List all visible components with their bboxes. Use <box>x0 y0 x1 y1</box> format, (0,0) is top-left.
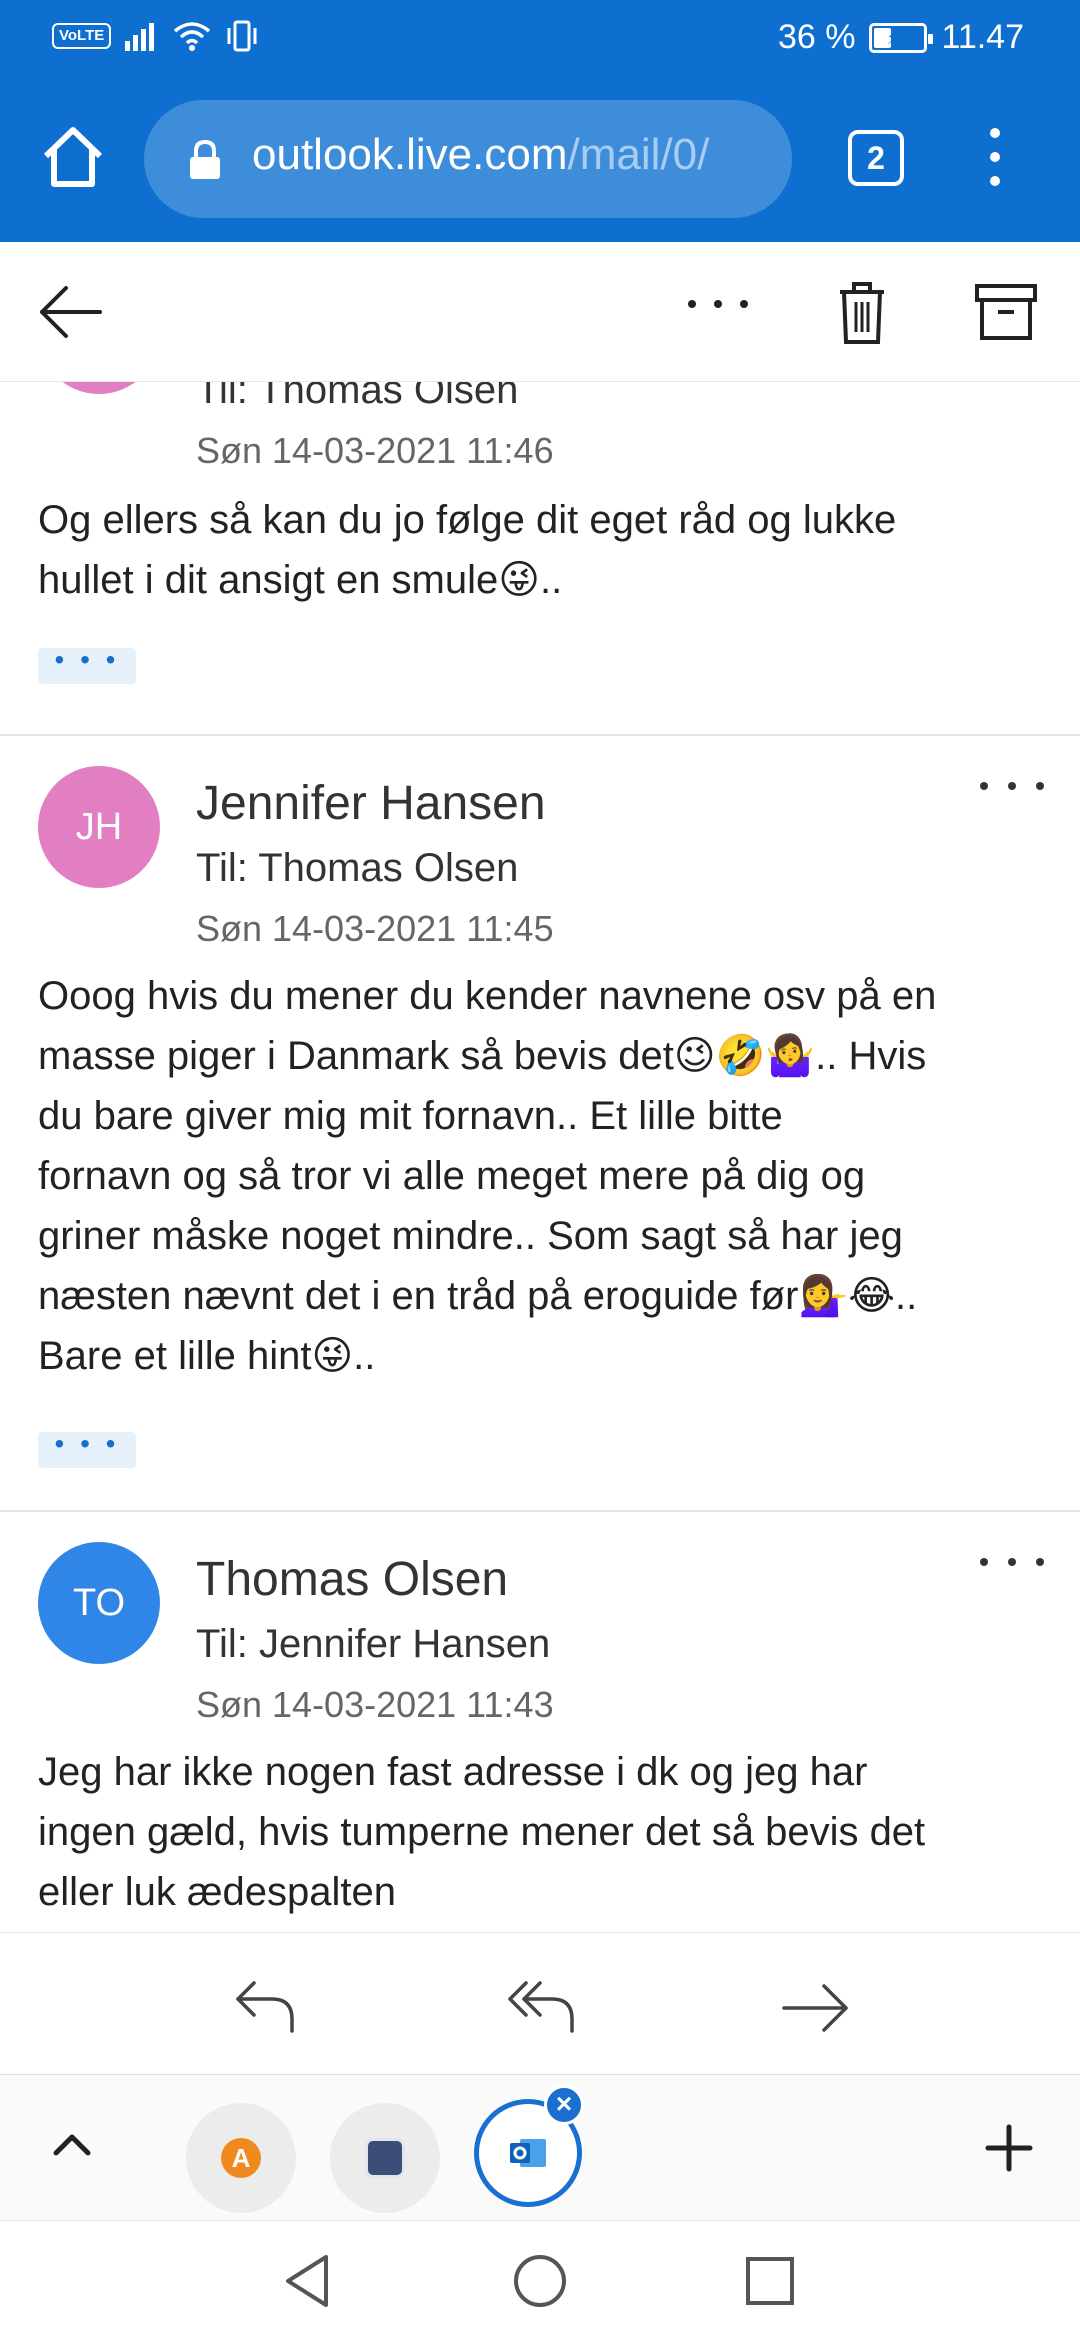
home-icon[interactable] <box>36 120 110 194</box>
body-line: Jeg har ikke nogen fast adresse i dk og … <box>38 1750 868 1794</box>
message-sender: Jennifer Hansen <box>196 777 546 830</box>
signal-icon <box>125 23 155 51</box>
body-line: Ooog hvis du mener du kender navnene osv… <box>38 974 937 1018</box>
clock: 11.47 <box>941 18 1024 56</box>
nav-back-icon[interactable] <box>278 2251 338 2311</box>
browser-menu-icon[interactable] <box>980 128 1010 192</box>
message-item[interactable]: JH Jennifer Hansen Til: Thomas Olsen Søn… <box>0 736 1080 1512</box>
golf-app-bubble[interactable] <box>330 2103 440 2213</box>
message-body: Jeg har ikke nogen fast adresse i dk og … <box>38 1742 1048 1922</box>
expand-quoted-button[interactable]: • • • <box>38 1430 136 1468</box>
reply-icon[interactable] <box>230 1973 302 2043</box>
message-more-icon[interactable] <box>980 782 1044 798</box>
nav-recents-icon[interactable] <box>740 2251 800 2311</box>
system-nav-bar <box>0 2220 1080 2340</box>
reply-all-icon[interactable] <box>506 1973 578 2043</box>
avatar <box>38 382 160 394</box>
avast-icon: A <box>221 2138 261 2178</box>
url-domain: outlook.live.com <box>252 130 568 179</box>
message-more-icon[interactable] <box>980 1558 1044 1574</box>
body-line: ingen gæld, hvis tumperne mener det så b… <box>38 1810 926 1854</box>
body-line: Og ellers så kan du jo følge dit eget rå… <box>38 498 897 542</box>
tab-switcher-button[interactable]: 2 <box>848 130 904 186</box>
body-line: fornavn og så tror vi alle meget mere på… <box>38 1154 866 1198</box>
message-date: Søn 14-03-2021 11:45 <box>196 908 554 949</box>
expand-quoted-button[interactable]: • • • <box>38 646 136 684</box>
charging-icon: ⚡ <box>886 27 900 48</box>
mail-toolbar <box>0 242 1080 382</box>
url-path: /mail/0/ <box>567 130 710 179</box>
message-recipient: Til: Thomas Olsen <box>196 382 519 412</box>
vibrate-icon <box>227 20 257 52</box>
forward-icon[interactable] <box>780 1973 852 2043</box>
arrow-left-icon[interactable] <box>36 282 106 342</box>
url-text[interactable]: outlook.live.com/mail/0/ <box>252 130 709 180</box>
body-line: du bare giver mig mit fornavn.. Et lille… <box>38 1094 783 1138</box>
chevron-up-icon[interactable] <box>52 2129 92 2159</box>
browser-bar: outlook.live.com/mail/0/ 2 <box>0 96 1080 222</box>
outlook-icon <box>510 2139 546 2167</box>
body-line: griner måske noget mindre.. Som sagt så … <box>38 1214 903 1258</box>
trash-icon[interactable] <box>836 280 888 346</box>
more-horizontal-icon[interactable] <box>688 300 748 320</box>
golf-app-icon <box>365 2138 405 2178</box>
close-app-bubble-button[interactable]: × <box>544 2085 584 2125</box>
avast-app-bubble[interactable]: A <box>186 2103 296 2213</box>
message-recipient: Til: Thomas Olsen <box>196 846 519 890</box>
archive-icon[interactable] <box>974 282 1038 342</box>
battery-icon: ⚡ <box>869 22 934 53</box>
status-right: 36 % ⚡ 11.47 <box>778 18 1024 57</box>
body-line: næsten nævnt det i en tråd på eroguide f… <box>38 1274 918 1318</box>
address-bar[interactable]: outlook.live.com/mail/0/ <box>144 100 792 218</box>
message-thread: Til: Thomas Olsen Søn 14-03-2021 11:46 O… <box>0 382 1080 1932</box>
battery-percent: 36 % <box>777 18 856 56</box>
message-item[interactable]: TO Thomas Olsen Til: Jennifer Hansen Søn… <box>0 1512 1080 1932</box>
body-line: eller luk ædespalten <box>38 1870 396 1914</box>
message-body: Og ellers så kan du jo følge dit eget rå… <box>38 490 1048 610</box>
message-sender: Thomas Olsen <box>196 1553 509 1606</box>
volte-indicator: VoLTE <box>52 23 112 49</box>
status-left: VoLTE <box>52 20 259 52</box>
message-date: Søn 14-03-2021 11:46 <box>196 430 554 471</box>
message-body: Ooog hvis du mener du kender navnene osv… <box>38 966 1048 1386</box>
message-recipient: Til: Jennifer Hansen <box>196 1622 551 1666</box>
message-date: Søn 14-03-2021 11:43 <box>196 1684 554 1725</box>
body-line: masse piger i Danmark så bevis det😉🤣🤷‍♀️… <box>38 1034 927 1078</box>
browser-chrome: VoLTE 36 % ⚡ 11.47 outlook.live.com/mail… <box>0 0 1080 242</box>
lock-icon <box>190 140 220 179</box>
app-switcher-bar: A × <box>0 2074 1080 2220</box>
avatar: JH <box>38 766 160 888</box>
avatar: TO <box>38 1542 160 1664</box>
reply-bar <box>0 1932 1080 2074</box>
body-line: Bare et lille hint😜.. <box>38 1334 376 1378</box>
nav-home-icon[interactable] <box>510 2251 570 2311</box>
plus-icon[interactable] <box>984 2123 1034 2173</box>
status-bar: VoLTE 36 % ⚡ 11.47 <box>0 0 1080 78</box>
wifi-icon <box>174 22 211 51</box>
body-line: hullet i dit ansigt en smule😜.. <box>38 558 563 602</box>
